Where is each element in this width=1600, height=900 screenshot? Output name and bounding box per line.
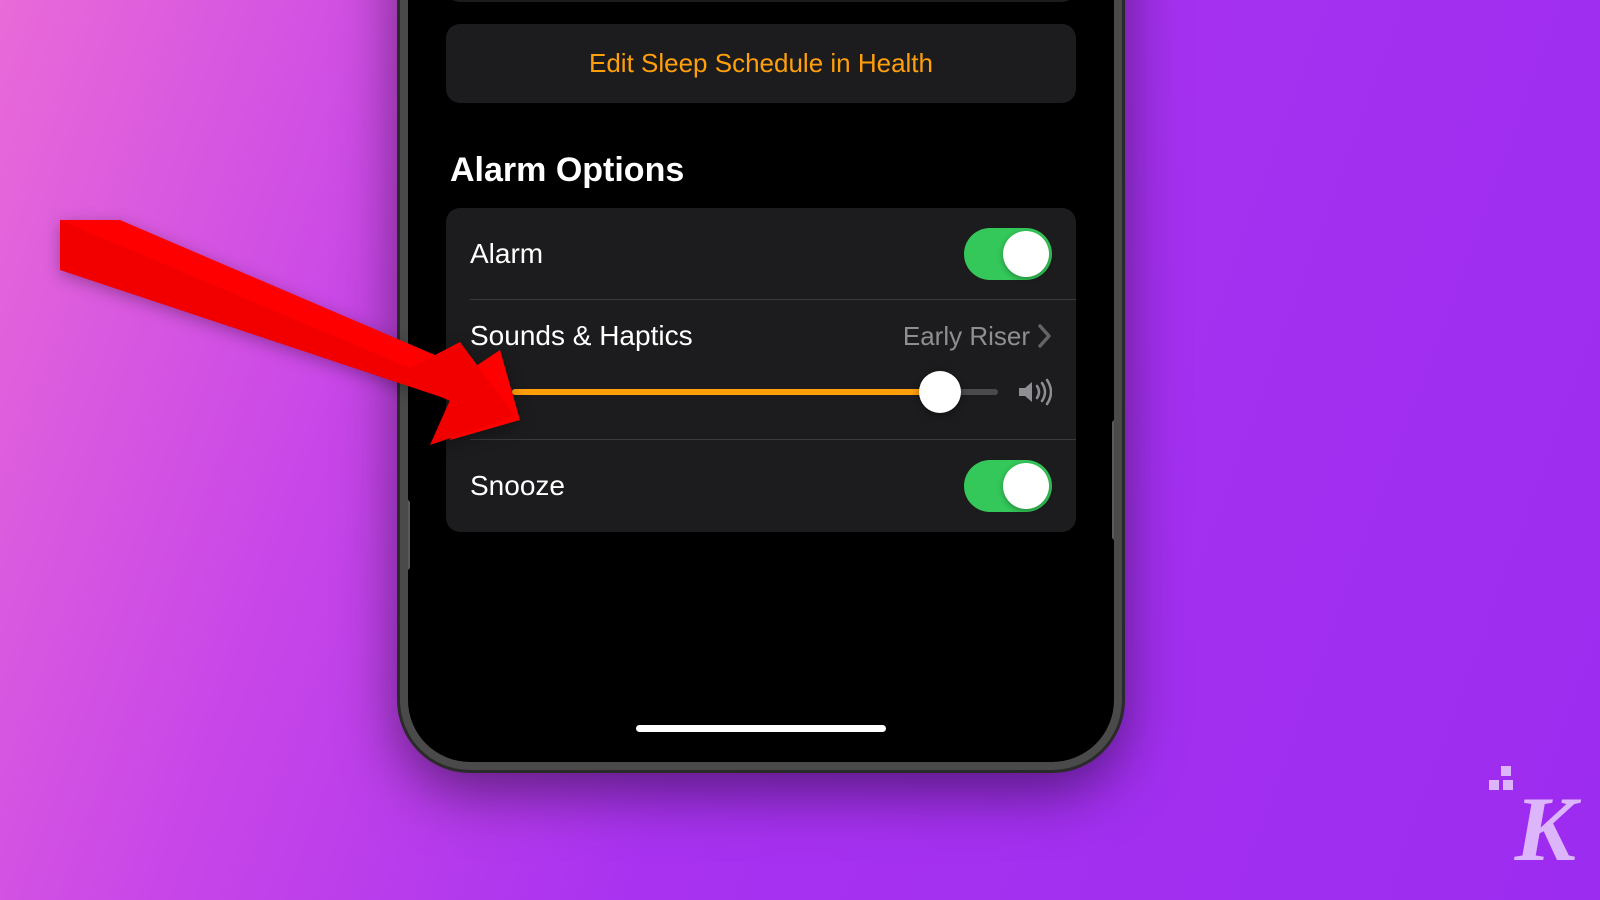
sounds-haptics-label: Sounds & Haptics <box>470 320 693 352</box>
side-button-right <box>1112 420 1118 540</box>
snooze-toggle[interactable] <box>964 460 1052 512</box>
sleep-goal-card: This schedule meets your sleep goal. <box>446 0 1076 2</box>
watermark-letter: K <box>1515 778 1572 880</box>
chevron-right-icon <box>1038 324 1052 348</box>
sounds-haptics-row[interactable]: Sounds & Haptics Early Riser <box>446 300 1076 358</box>
slider-thumb[interactable] <box>919 371 961 413</box>
volume-slider[interactable] <box>512 372 998 412</box>
edit-sleep-schedule-button[interactable]: Edit Sleep Schedule in Health <box>446 24 1076 103</box>
toggle-knob <box>1003 463 1049 509</box>
watermark: K <box>1515 776 1572 882</box>
volume-high-icon <box>1016 378 1052 406</box>
edit-sleep-schedule-label: Edit Sleep Schedule in Health <box>589 48 933 78</box>
volume-slider-row <box>446 358 1076 440</box>
phone-screen: This schedule meets your sleep goal. Edi… <box>418 0 1104 752</box>
slider-fill <box>512 389 940 395</box>
alarm-row: Alarm <box>446 208 1076 300</box>
alarm-options-group: Alarm Sounds & Haptics Early Riser <box>446 208 1076 532</box>
alarm-options-title: Alarm Options <box>450 151 1076 190</box>
alarm-toggle[interactable] <box>964 228 1052 280</box>
home-indicator[interactable] <box>636 725 886 732</box>
toggle-knob <box>1003 231 1049 277</box>
side-button-left <box>404 500 410 570</box>
phone-frame: This schedule meets your sleep goal. Edi… <box>400 0 1122 770</box>
sounds-haptics-value: Early Riser <box>903 321 1052 352</box>
snooze-row: Snooze <box>446 440 1076 532</box>
alarm-label: Alarm <box>470 238 543 270</box>
volume-low-icon <box>470 378 494 406</box>
sounds-haptics-value-text: Early Riser <box>903 321 1030 352</box>
snooze-label: Snooze <box>470 470 565 502</box>
